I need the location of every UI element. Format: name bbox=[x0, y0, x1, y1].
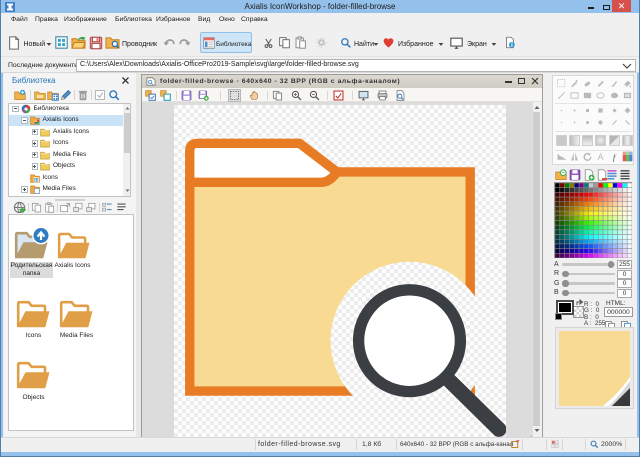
svg-text:A: A bbox=[598, 152, 604, 162]
svg-text:f: f bbox=[613, 152, 617, 162]
